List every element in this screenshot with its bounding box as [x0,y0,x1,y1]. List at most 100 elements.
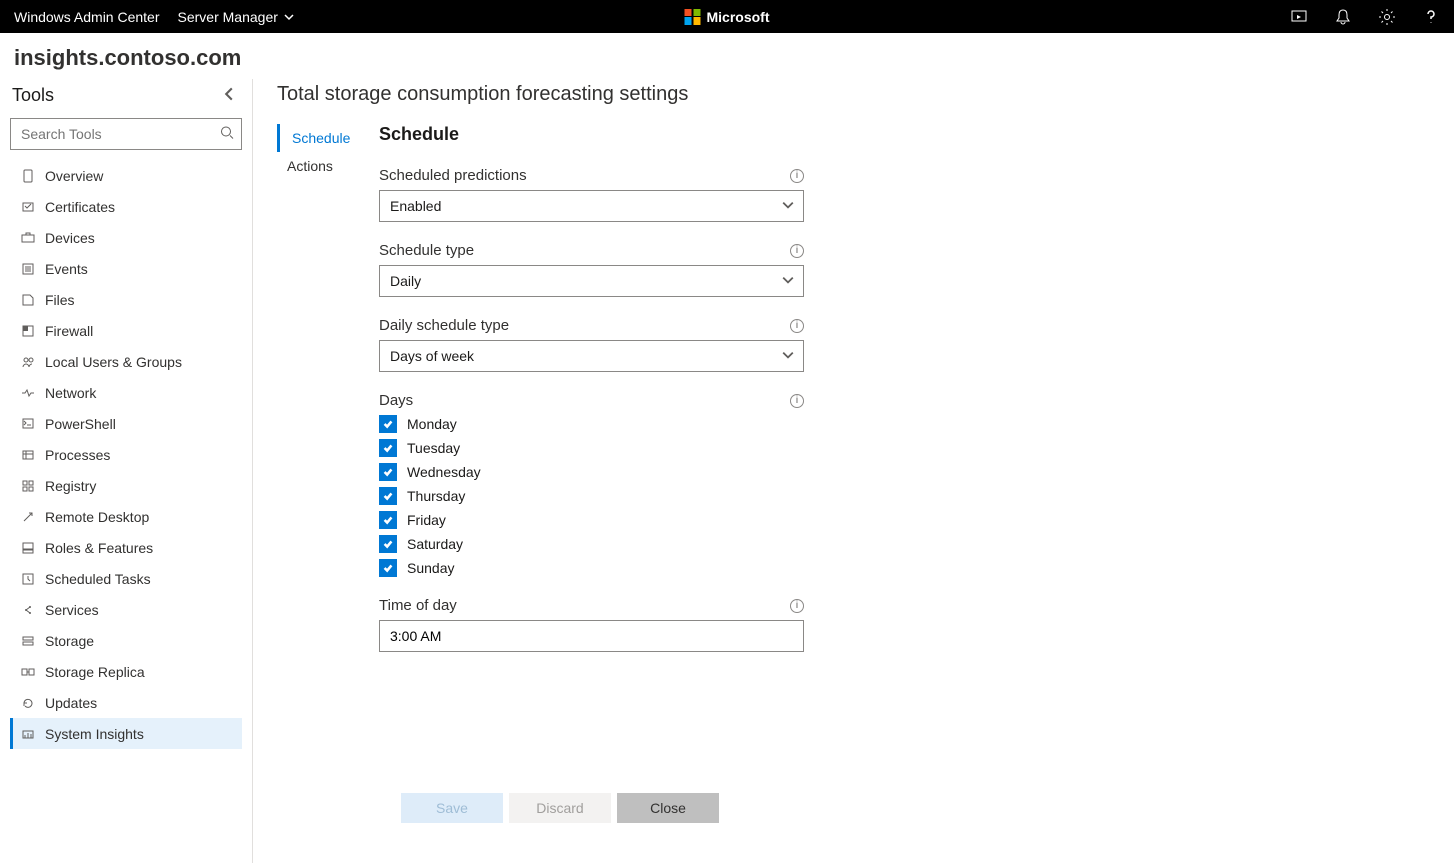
sidebar-item-files[interactable]: Files [10,284,242,315]
sidebar-item-label: Storage Replica [45,664,145,680]
tools-search-input[interactable] [10,118,242,150]
sidebar-item-label: Overview [45,168,103,184]
sidebar-item-powershell[interactable]: PowerShell [10,408,242,439]
sidebar-item-updates[interactable]: Updates [10,687,242,718]
sidebar-item-processes[interactable]: Processes [10,439,242,470]
scheduled-predictions-select[interactable]: Enabled [379,190,804,222]
sidebar-item-certificates[interactable]: Certificates [10,191,242,222]
schedule-type-label: Schedule type [379,242,474,259]
sidebar-item-remote-desktop[interactable]: Remote Desktop [10,501,242,532]
sidebar-item-devices[interactable]: Devices [10,222,242,253]
host-row: insights.contoso.com [0,33,1454,79]
day-label: Sunday [407,560,454,576]
sidebar-item-label: Remote Desktop [45,509,149,525]
settings-tabs: Schedule Actions [277,124,357,672]
tools-nav: Overview Certificates Devices Events Files Fi… [10,160,242,749]
tools-sidebar: Tools Overview Certificates Devices Events F… [0,79,253,863]
sidebar-item-local-users-groups[interactable]: Local Users & Groups [10,346,242,377]
chevron-left-icon [222,87,236,101]
firewall-icon [20,323,36,339]
form-column: Schedule Scheduled predictions i Enabled… [379,124,804,672]
collapse-sidebar-button[interactable] [218,83,240,108]
tab-actions[interactable]: Actions [277,152,357,180]
checkbox-checked-icon [379,511,397,529]
checkbox-checked-icon [379,439,397,457]
services-icon [20,602,36,618]
chevron-down-icon [284,9,294,25]
presentation-icon[interactable] [1290,8,1308,26]
sidebar-item-label: Files [45,292,75,308]
sidebar-item-scheduled-tasks[interactable]: Scheduled Tasks [10,563,242,594]
storage-icon [20,633,36,649]
sidebar-item-overview[interactable]: Overview [10,160,242,191]
info-icon[interactable]: i [790,319,804,333]
day-label: Friday [407,512,446,528]
day-label: Thursday [407,488,465,504]
scheduled-predictions-value: Enabled [390,198,441,214]
section-heading: Schedule [379,124,804,145]
sidebar-item-label: Registry [45,478,96,494]
help-icon[interactable] [1422,8,1440,26]
days-checkbox-group: Monday Tuesday Wednesday Thursday Friday Satu… [379,415,804,577]
page-title: Total storage consumption forecasting se… [277,83,1430,106]
sidebar-item-roles-features[interactable]: Roles & Features [10,532,242,563]
sidebar-item-system-insights[interactable]: System Insights [10,718,242,749]
server-manager-label: Server Manager [178,9,278,25]
day-checkbox-thursday[interactable]: Thursday [379,487,804,505]
days-label: Days [379,392,413,409]
day-checkbox-saturday[interactable]: Saturday [379,535,804,553]
storage-replica-icon [20,664,36,680]
time-of-day-label: Time of day [379,597,457,614]
microsoft-label: Microsoft [707,9,770,25]
sidebar-item-storage[interactable]: Storage [10,625,242,656]
sidebar-item-events[interactable]: Events [10,253,242,284]
checkbox-checked-icon [379,487,397,505]
settings-gear-icon[interactable] [1378,8,1396,26]
save-button[interactable]: Save [401,793,503,823]
sidebar-item-label: Services [45,602,99,618]
day-label: Tuesday [407,440,460,456]
day-checkbox-friday[interactable]: Friday [379,511,804,529]
microsoft-logo-icon [685,9,701,25]
schedule-type-select[interactable]: Daily [379,265,804,297]
sidebar-item-label: Firewall [45,323,93,339]
tools-title: Tools [12,85,54,106]
remote-desktop-icon [20,509,36,525]
sidebar-item-firewall[interactable]: Firewall [10,315,242,346]
discard-button[interactable]: Discard [509,793,611,823]
info-icon[interactable]: i [790,599,804,613]
schedule-type-value: Daily [390,273,421,289]
network-icon [20,385,36,401]
files-icon [20,292,36,308]
day-checkbox-sunday[interactable]: Sunday [379,559,804,577]
server-manager-dropdown[interactable]: Server Manager [178,9,294,25]
sidebar-item-label: Network [45,385,96,401]
sidebar-item-label: Scheduled Tasks [45,571,151,587]
host-name: insights.contoso.com [14,45,1440,71]
info-icon[interactable]: i [790,394,804,408]
sidebar-item-label: Storage [45,633,94,649]
sidebar-item-storage-replica[interactable]: Storage Replica [10,656,242,687]
time-of-day-input[interactable] [379,620,804,652]
sidebar-item-label: Devices [45,230,95,246]
day-checkbox-monday[interactable]: Monday [379,415,804,433]
daily-schedule-type-select[interactable]: Days of week [379,340,804,372]
scheduled-predictions-label: Scheduled predictions [379,167,527,184]
checkbox-checked-icon [379,463,397,481]
brand-label[interactable]: Windows Admin Center [14,9,160,25]
day-checkbox-tuesday[interactable]: Tuesday [379,439,804,457]
close-button[interactable]: Close [617,793,719,823]
notifications-icon[interactable] [1334,8,1352,26]
updates-icon [20,695,36,711]
checkbox-checked-icon [379,559,397,577]
checkbox-checked-icon [379,535,397,553]
sidebar-item-services[interactable]: Services [10,594,242,625]
sidebar-item-registry[interactable]: Registry [10,470,242,501]
tab-schedule[interactable]: Schedule [277,124,357,152]
day-checkbox-wednesday[interactable]: Wednesday [379,463,804,481]
info-icon[interactable]: i [790,169,804,183]
sidebar-item-network[interactable]: Network [10,377,242,408]
top-bar: Windows Admin Center Server Manager Micr… [0,0,1454,33]
info-icon[interactable]: i [790,244,804,258]
sidebar-item-label: Certificates [45,199,115,215]
